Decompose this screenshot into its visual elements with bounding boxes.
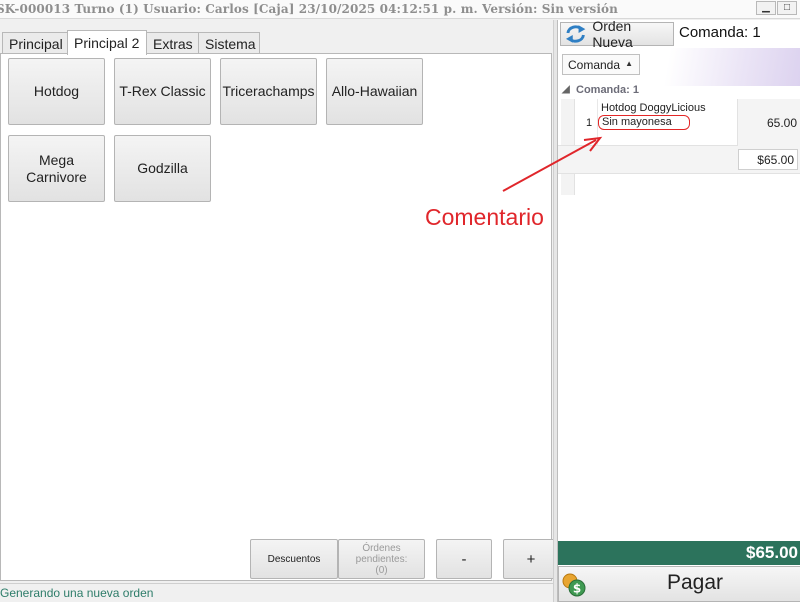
svg-text:$: $ [573,582,581,596]
product-button-godzilla[interactable]: Godzilla [114,135,211,202]
plus-label: + [526,550,536,568]
collapse-toggle-icon[interactable]: ◢ [562,84,570,95]
item-price-cell: 65.00 [737,99,800,146]
tab-content-principal-2: Hotdog T-Rex Classic Tricerachamps Allo-… [0,53,559,581]
ordenes-pendientes-label: Órdenes pendientes: (0) [355,542,408,576]
comanda-dropdown[interactable]: Comanda ▲ [562,54,640,75]
minimize-button[interactable]: ▁ [756,1,776,15]
product-label: Hotdog [33,83,80,99]
product-label: Allo-Hawaiian [331,83,418,99]
tab-principal[interactable]: Principal [2,32,68,54]
ordenes-pendientes-button[interactable]: Órdenes pendientes: (0) [338,539,425,579]
product-label: Tricerachamps [222,83,315,99]
group-label: Comanda: 1 [576,84,639,96]
order-pane: Orden Nueva Comanda: 1 Comanda ▲ ◢ Coman… [557,18,800,602]
status-bar: Generando una nueva orden [0,583,556,602]
pos-window: SK-000013 Turno (1) Usuario: Carlos [Caj… [0,0,800,602]
product-button-tricerachamps[interactable]: Tricerachamps [220,58,317,125]
product-button-hotdog[interactable]: Hotdog [8,58,105,125]
annotation-label: Comentario [425,204,544,230]
minus-label: - [461,550,467,568]
increase-button[interactable]: + [503,539,559,579]
subtotal-value: $65.00 [738,149,798,170]
refresh-icon [565,25,586,43]
group-row-comanda[interactable]: ◢ Comanda: 1 [558,84,800,99]
maximize-button[interactable]: □ [777,1,797,15]
product-button-allo-hawaiian[interactable]: Allo-Hawaiian [326,58,423,125]
item-quantity: 1 [586,117,593,129]
dropdown-arrow-icon: ▲ [625,59,633,68]
title-bar: SK-000013 Turno (1) Usuario: Carlos [Caj… [0,0,800,19]
decrease-button[interactable]: - [436,539,492,579]
new-order-button[interactable]: Orden Nueva [560,18,674,50]
comment-highlight-ring [598,115,690,130]
product-button-t-rex-classic[interactable]: T-Rex Classic [114,58,211,125]
order-header: Comanda ▲ [558,48,800,86]
comanda-dropdown-value: Comanda [568,58,621,72]
pay-label: Pagar [667,571,724,594]
coins-icon: $ [562,573,586,597]
item-name: Hotdog DoggyLicious [601,102,706,114]
product-button-mega-carnivore[interactable]: Mega Carnivore [8,135,105,202]
tab-principal-2[interactable]: Principal 2 [67,30,147,55]
descuentos-label: Descuentos [267,553,321,565]
grand-total-bar: $65.00 [558,541,800,565]
product-label: Mega Carnivore [26,151,87,185]
tab-extras[interactable]: Extras [146,32,199,54]
comanda-title: Comanda: 1 [679,24,761,41]
window-title: SK-000013 Turno (1) Usuario: Carlos [Caj… [0,2,618,16]
annotation-arrow-icon [502,136,603,192]
new-order-label: Orden Nueva [592,18,633,50]
product-label: T-Rex Classic [119,83,206,99]
item-price: 65.00 [766,116,797,130]
pay-button[interactable]: $ Pagar [558,566,800,602]
status-text: Generando una nueva orden [0,586,154,600]
product-label: Godzilla [137,160,188,176]
descuentos-button[interactable]: Descuentos [250,539,338,579]
products-pane: Principal Principal 2 Extras Sistema Hot… [0,20,559,582]
tab-sistema[interactable]: Sistema [198,32,260,54]
